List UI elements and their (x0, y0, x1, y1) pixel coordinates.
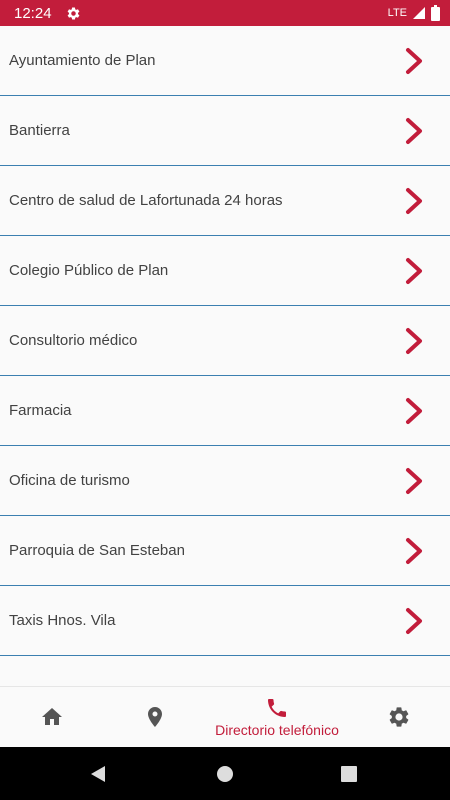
list-item-label: Consultorio médico (9, 332, 138, 349)
nav-home[interactable] (0, 687, 103, 747)
directory-list: Ayuntamiento de Plan Bantierra Centro de s… (0, 26, 450, 656)
nav-directory-label: Directorio telefónico (215, 722, 339, 738)
list-item[interactable]: Consultorio médico (0, 306, 450, 376)
home-circle-icon[interactable] (216, 765, 234, 783)
chevron-right-icon (404, 537, 424, 565)
list-item[interactable]: Bantierra (0, 96, 450, 166)
bottom-navigation: Directorio telefónico (0, 686, 450, 747)
network-type: LTE (387, 7, 407, 19)
list-item[interactable]: Parroquia de San Esteban (0, 516, 450, 586)
list-item[interactable]: Oficina de turismo (0, 446, 450, 516)
chevron-right-icon (404, 327, 424, 355)
chevron-right-icon (404, 397, 424, 425)
nav-settings[interactable] (348, 687, 450, 747)
phone-icon (265, 696, 289, 720)
list-item-label: Farmacia (9, 402, 72, 419)
list-item[interactable]: Taxis Hnos. Vila (0, 586, 450, 656)
chevron-right-icon (404, 467, 424, 495)
nav-map[interactable] (103, 687, 206, 747)
list-item-label: Colegio Público de Plan (9, 262, 169, 279)
list-item[interactable]: Farmacia (0, 376, 450, 446)
list-item[interactable]: Colegio Público de Plan (0, 236, 450, 306)
home-icon (40, 705, 64, 729)
list-item[interactable]: Centro de salud de Lafortunada 24 horas (0, 166, 450, 236)
chevron-right-icon (404, 257, 424, 285)
system-navigation-bar (0, 747, 450, 800)
chevron-right-icon (404, 47, 424, 75)
recents-icon[interactable] (341, 766, 357, 782)
list-item[interactable]: Ayuntamiento de Plan (0, 26, 450, 96)
list-item-label: Oficina de turismo (9, 472, 130, 489)
chevron-right-icon (404, 607, 424, 635)
signal-icon (412, 6, 426, 20)
settings-icon (66, 6, 81, 21)
gear-icon (387, 705, 411, 729)
list-item-label: Parroquia de San Esteban (9, 542, 185, 559)
list-item-label: Centro de salud de Lafortunada 24 horas (9, 192, 283, 209)
nav-directory[interactable]: Directorio telefónico (206, 687, 348, 747)
location-pin-icon (143, 705, 167, 729)
chevron-right-icon (404, 187, 424, 215)
list-item-label: Ayuntamiento de Plan (9, 52, 156, 69)
status-time: 12:24 (14, 4, 52, 22)
chevron-right-icon (404, 117, 424, 145)
list-item-label: Taxis Hnos. Vila (9, 612, 116, 629)
back-icon[interactable] (89, 765, 107, 783)
status-bar: 12:24 LTE (0, 0, 450, 26)
list-item-label: Bantierra (9, 122, 70, 139)
status-indicators: LTE (388, 5, 440, 21)
battery-icon (431, 5, 440, 21)
